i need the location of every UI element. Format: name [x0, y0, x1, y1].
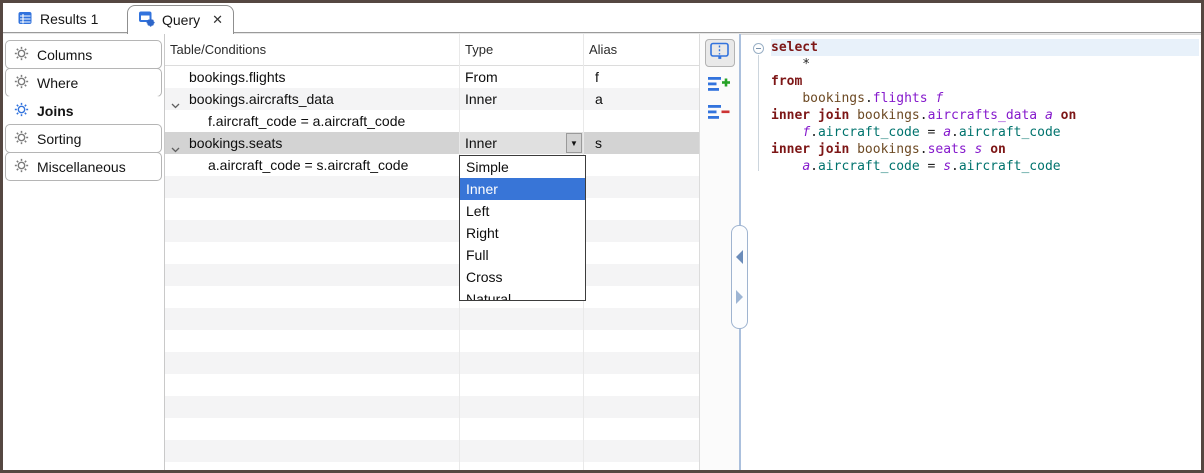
- sql-line: a.aircraft_code = s.aircraft_code: [771, 158, 1199, 175]
- gear-icon: [14, 74, 29, 92]
- table-name-cell[interactable]: bookings.seats: [189, 132, 282, 154]
- remove-join-button[interactable]: [708, 104, 731, 126]
- code-fold-collapse-icon[interactable]: [753, 43, 764, 54]
- tab-query-label: Query: [162, 12, 200, 28]
- empty-row: [165, 462, 699, 470]
- sql-line: f.aircraft_code = a.aircraft_code: [771, 124, 1199, 141]
- close-icon[interactable]: ✕: [212, 12, 223, 28]
- join-type-value[interactable]: Inner: [459, 132, 566, 154]
- query-editor-icon: [138, 10, 155, 30]
- editor-tab-bar: Results 1 Query ✕: [3, 3, 1201, 33]
- table-row[interactable]: bookings.flights From f: [165, 66, 699, 88]
- sidebar-item-sorting[interactable]: Sorting: [5, 124, 162, 153]
- fold-scope-line: [758, 55, 759, 171]
- toggle-sql-preview-button[interactable]: [705, 39, 735, 67]
- header-type: Type: [465, 34, 493, 66]
- sidebar-item-label: Sorting: [37, 131, 81, 147]
- dropdown-option-left[interactable]: Left: [460, 200, 585, 222]
- joins-table: Table/Conditions Type Alias bookings.fli…: [165, 34, 700, 470]
- header-table-conditions: Table/Conditions: [170, 34, 266, 66]
- dropdown-arrow-icon[interactable]: ▼: [566, 133, 582, 153]
- gear-icon: [14, 158, 29, 176]
- dropdown-option-right[interactable]: Right: [460, 222, 585, 244]
- gear-icon: [14, 46, 29, 64]
- sql-line: bookings.flights f: [771, 90, 1199, 107]
- query-sections-sidebar: Columns Where Joins Sorting Miscellaneous: [3, 34, 164, 470]
- join-condition-cell[interactable]: a.aircraft_code = s.aircraft_code: [208, 154, 408, 176]
- alias-cell[interactable]: a: [595, 88, 603, 110]
- dropdown-option-inner[interactable]: Inner: [460, 178, 585, 200]
- sidebar-item-label: Where: [37, 75, 78, 91]
- table-name-cell[interactable]: bookings.flights: [189, 66, 286, 88]
- empty-row: [165, 198, 699, 220]
- sidebar-item-label: Columns: [37, 47, 92, 63]
- sidebar-item-columns[interactable]: Columns: [5, 40, 162, 69]
- sql-line: inner join bookings.seats s on: [771, 141, 1199, 158]
- sidebar-item-joins[interactable]: Joins: [5, 96, 162, 125]
- join-type-cell[interactable]: From: [465, 66, 498, 88]
- tab-query[interactable]: Query ✕: [127, 5, 234, 34]
- query-builder-window: Results 1 Query ✕ Columns Where Joins Sorti…: [0, 0, 1204, 473]
- collapse-left-icon: [736, 250, 743, 264]
- empty-row: [165, 374, 699, 396]
- empty-row: [165, 352, 699, 374]
- empty-row: [165, 220, 699, 242]
- sql-preview-panel[interactable]: select *from bookings.flights finner joi…: [741, 34, 1201, 470]
- dropdown-option-simple[interactable]: Simple: [460, 156, 585, 178]
- join-condition-cell[interactable]: f.aircraft_code = a.aircraft_code: [208, 110, 405, 132]
- empty-row: [165, 330, 699, 352]
- sql-code: select *from bookings.flights finner joi…: [771, 39, 1199, 175]
- empty-row: [165, 396, 699, 418]
- empty-row: [165, 308, 699, 330]
- table-name-cell[interactable]: bookings.aircrafts_data: [189, 88, 334, 110]
- collapse-right-icon: [736, 290, 743, 304]
- empty-row: [165, 264, 699, 286]
- dropdown-option-cross[interactable]: Cross: [460, 266, 585, 288]
- add-join-button[interactable]: [708, 76, 731, 98]
- empty-row: [165, 176, 699, 198]
- sidebar-item-label: Joins: [37, 103, 74, 119]
- sql-line: select: [771, 39, 1199, 56]
- tab-results[interactable]: Results 1: [9, 6, 106, 32]
- table-row[interactable]: f.aircraft_code = a.aircraft_code: [165, 110, 699, 132]
- empty-row: [165, 242, 699, 264]
- splitter-collapse-handle[interactable]: [731, 225, 748, 329]
- join-type-combo-editor[interactable]: Inner▼: [459, 132, 583, 154]
- alias-cell[interactable]: f: [595, 66, 599, 88]
- empty-row: [165, 418, 699, 440]
- join-type-cell[interactable]: Inner: [465, 88, 497, 110]
- joins-table-header: Table/Conditions Type Alias: [165, 34, 699, 66]
- gear-icon: [14, 102, 29, 120]
- alias-cell[interactable]: s: [595, 132, 602, 154]
- join-type-dropdown: SimpleInnerLeftRightFullCrossNatural: [459, 155, 586, 301]
- table-row[interactable]: a.aircraft_code = s.aircraft_code: [165, 154, 699, 176]
- gear-icon: [14, 130, 29, 148]
- empty-row: [165, 286, 699, 308]
- results-grid-icon: [17, 10, 33, 29]
- sidebar-item-miscellaneous[interactable]: Miscellaneous: [5, 152, 162, 181]
- sql-line: from: [771, 73, 1199, 90]
- sidebar-item-label: Miscellaneous: [37, 159, 126, 175]
- header-alias: Alias: [589, 34, 617, 66]
- sql-preview-panel-icon: [709, 42, 731, 65]
- sidebar-item-where[interactable]: Where: [5, 68, 162, 97]
- table-row[interactable]: bookings.aircrafts_data Inner a: [165, 88, 699, 110]
- sql-line: inner join bookings.aircrafts_data a on: [771, 107, 1199, 124]
- table-row[interactable]: bookings.seats Inner▼ s: [165, 132, 699, 154]
- dropdown-option-full[interactable]: Full: [460, 244, 585, 266]
- dropdown-option-natural[interactable]: Natural: [460, 288, 585, 301]
- tab-results-label: Results 1: [40, 11, 98, 27]
- sql-line: *: [771, 56, 1199, 73]
- empty-row: [165, 440, 699, 462]
